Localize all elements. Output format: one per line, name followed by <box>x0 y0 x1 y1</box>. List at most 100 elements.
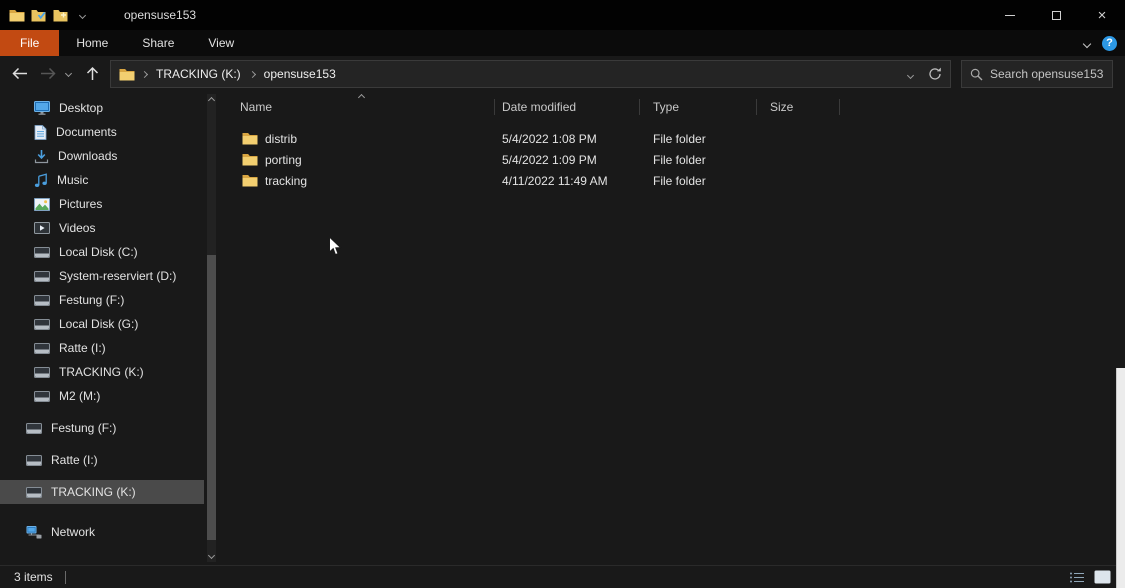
address-dropdown-button[interactable] <box>908 67 913 81</box>
search-input[interactable] <box>990 67 1104 81</box>
scroll-down-icon[interactable] <box>208 552 215 559</box>
chevron-down-icon <box>65 70 72 77</box>
column-header-name[interactable]: Name <box>228 92 495 122</box>
sidebar-item-label: Documents <box>56 125 117 139</box>
external-window-scrollbar[interactable] <box>1116 368 1125 588</box>
column-label: Type <box>653 100 679 114</box>
download-icon <box>34 149 49 164</box>
explorer-window: opensuse153 × File Home Share View ? <box>0 0 1125 588</box>
status-divider <box>65 571 66 584</box>
column-label: Date modified <box>502 100 576 114</box>
file-rows: distrib 5/4/2022 1:08 PM File folder por… <box>228 128 1125 191</box>
help-button[interactable]: ? <box>1102 36 1117 51</box>
recent-locations-button[interactable] <box>66 71 71 76</box>
breadcrumb-current-folder[interactable]: opensuse153 <box>262 67 338 81</box>
music-note-icon <box>34 173 48 188</box>
sidebar-item-documents[interactable]: Documents <box>0 120 204 144</box>
large-icons-view-button[interactable] <box>1092 568 1112 586</box>
file-row-distrib[interactable]: distrib 5/4/2022 1:08 PM File folder <box>228 128 1125 149</box>
desktop-icon <box>34 101 50 115</box>
sidebar-item-m2-m[interactable]: M2 (M:) <box>0 384 204 408</box>
column-divider[interactable] <box>839 99 840 115</box>
sidebar-item-downloads[interactable]: Downloads <box>0 144 204 168</box>
sidebar-item-label: M2 (M:) <box>59 389 100 403</box>
sidebar-item-local-disk-g[interactable]: Local Disk (G:) <box>0 312 204 336</box>
back-arrow-icon <box>11 67 28 80</box>
tab-share[interactable]: Share <box>125 30 191 56</box>
items-count: 3 items <box>0 570 53 584</box>
refresh-button[interactable] <box>928 67 942 81</box>
pictures-icon <box>34 198 50 211</box>
sidebar-scrollbar[interactable] <box>207 94 216 562</box>
chevron-down-icon <box>79 11 86 18</box>
search-icon <box>970 68 983 81</box>
window-menu-button[interactable] <box>7 5 26 25</box>
column-label: Size <box>770 100 793 114</box>
sidebar-item-label: Videos <box>59 221 95 235</box>
sidebar-item-label: Local Disk (G:) <box>59 317 138 331</box>
qat-properties-button[interactable] <box>29 5 48 25</box>
close-button[interactable]: × <box>1079 0 1125 30</box>
forward-arrow-icon <box>40 67 57 80</box>
ribbon-tab-bar: File Home Share View ? <box>0 30 1125 56</box>
minimize-button[interactable] <box>987 0 1033 30</box>
sidebar-item-network[interactable]: Network <box>0 520 204 544</box>
qat-new-folder-button[interactable] <box>51 5 70 25</box>
sidebar-drive-ratte-i[interactable]: Ratte (I:) <box>0 448 204 472</box>
up-button[interactable] <box>86 66 99 81</box>
quick-access-toolbar <box>0 5 92 25</box>
file-row-tracking[interactable]: tracking 4/11/2022 11:49 AM File folder <box>228 170 1125 191</box>
back-button[interactable] <box>11 67 28 80</box>
sidebar-item-desktop[interactable]: Desktop <box>0 96 204 120</box>
large-icons-view-icon <box>1094 570 1111 584</box>
network-icon <box>26 526 42 539</box>
sidebar-item-system-reserviert-d[interactable]: System-reserviert (D:) <box>0 264 204 288</box>
sidebar-item-label: Music <box>57 173 88 187</box>
column-header-size[interactable]: Size <box>757 92 840 122</box>
file-row-porting[interactable]: porting 5/4/2022 1:09 PM File folder <box>228 149 1125 170</box>
column-header-type[interactable]: Type <box>640 92 757 122</box>
column-headers: Name Date modified Type Size <box>228 92 840 122</box>
column-label: Name <box>240 100 272 114</box>
drive-icon <box>34 367 50 378</box>
sidebar-item-pictures[interactable]: Pictures <box>0 192 204 216</box>
tab-home[interactable]: Home <box>59 30 125 56</box>
sidebar-item-local-disk-c[interactable]: Local Disk (C:) <box>0 240 204 264</box>
breadcrumb-drive[interactable]: TRACKING (K:) <box>154 67 243 81</box>
ribbon-expand-button[interactable] <box>1084 36 1090 50</box>
scroll-up-icon[interactable] <box>208 97 215 104</box>
qat-customize-button[interactable] <box>73 5 92 25</box>
column-header-date-modified[interactable]: Date modified <box>495 92 640 122</box>
tab-file[interactable]: File <box>0 30 59 56</box>
drive-icon <box>34 343 50 354</box>
sidebar-item-tracking-k[interactable]: TRACKING (K:) <box>0 360 204 384</box>
chevron-down-icon <box>1083 40 1091 48</box>
sidebar-item-videos[interactable]: Videos <box>0 216 204 240</box>
file-type: File folder <box>640 132 757 146</box>
file-type: File folder <box>640 174 757 188</box>
breadcrumb-chevron-icon[interactable] <box>249 70 256 77</box>
sidebar-item-label: Festung (F:) <box>51 421 116 435</box>
sidebar-scrollbar-thumb[interactable] <box>207 255 216 540</box>
forward-button[interactable] <box>40 67 57 80</box>
details-view-button[interactable] <box>1067 568 1087 586</box>
sidebar-item-label: Local Disk (C:) <box>59 245 138 259</box>
drive-icon <box>26 423 42 434</box>
sidebar-item-label: Downloads <box>58 149 117 163</box>
sidebar-drive-tracking-k-selected[interactable]: TRACKING (K:) <box>0 480 204 504</box>
window-folder-icon <box>9 9 25 22</box>
sidebar-item-ratte-i[interactable]: Ratte (I:) <box>0 336 204 360</box>
titlebar: opensuse153 × <box>0 0 1125 30</box>
sidebar-item-label: TRACKING (K:) <box>51 485 136 499</box>
address-bar[interactable]: TRACKING (K:) opensuse153 <box>110 60 951 88</box>
sidebar-drive-festung-f[interactable]: Festung (F:) <box>0 416 204 440</box>
maximize-button[interactable] <box>1033 0 1079 30</box>
sidebar-item-festung-f[interactable]: Festung (F:) <box>0 288 204 312</box>
folder-icon <box>242 174 258 187</box>
sidebar-item-music[interactable]: Music <box>0 168 204 192</box>
navigation-pane: Desktop Documents Downloads <box>0 92 228 565</box>
breadcrumb-chevron-icon[interactable] <box>141 70 148 77</box>
chevron-down-icon <box>907 72 914 79</box>
search-box[interactable] <box>961 60 1113 88</box>
tab-view[interactable]: View <box>191 30 251 56</box>
